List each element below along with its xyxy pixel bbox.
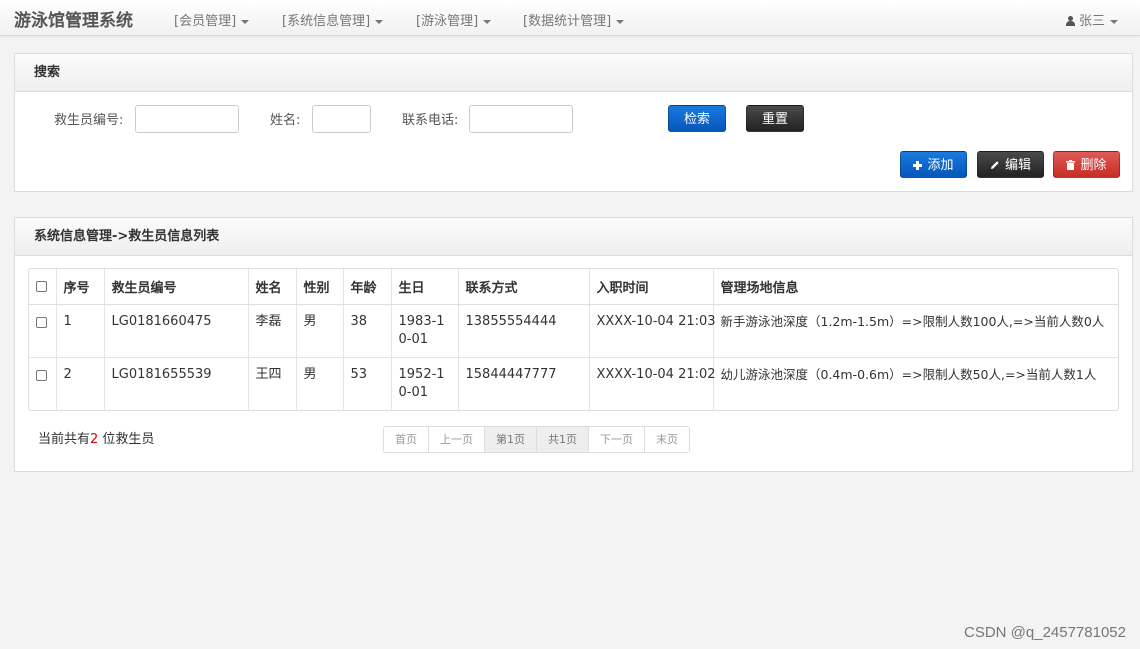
table-row[interactable]: 1 LG0181660475 李磊 男 38 1983-10-01 138555…: [29, 304, 1118, 358]
cell-index: 2: [56, 357, 105, 410]
pencil-icon: [990, 161, 999, 169]
table-row[interactable]: 2 LG0181655539 王四 男 53 1952-10-01 158444…: [29, 357, 1118, 410]
cell-venue: 幼儿游泳池深度（0.4m-0.6m）=>限制人数50人,=>当前人数1人: [720, 367, 1097, 382]
cell-venue: 新手游泳池深度（1.2m-1.5m）=>限制人数100人,=>当前人数0人: [713, 304, 1118, 358]
column-header: 序号: [56, 269, 105, 305]
cell-birthday: 1983-10-01: [391, 304, 459, 358]
lifeguard-code-label: 救生员编号:: [54, 113, 124, 128]
column-header: 性别: [296, 269, 344, 305]
add-button-label: 添加: [927, 158, 954, 173]
pagination: 首页 上一页 第1页 共1页 下一页 末页: [383, 426, 690, 453]
record-summary: 当前共有2 位救生员: [38, 428, 154, 447]
menu-label: [会员管理]: [174, 14, 237, 29]
summary-suffix: 位救生员: [98, 432, 155, 447]
select-all-cell: [29, 269, 57, 305]
caret-down-icon: [375, 19, 384, 24]
table-header-row: 序号 救生员编号 姓名 性别 年龄 生日 联系方式 入职时间 管理场地信息: [29, 269, 1118, 305]
caret-down-icon: [616, 19, 625, 24]
pager-prev[interactable]: 上一页: [429, 427, 485, 452]
name-label: 姓名:: [270, 113, 301, 128]
caret-down-icon: [241, 19, 250, 24]
pager-total: 共1页: [537, 427, 589, 452]
menu-label: [系统信息管理]: [282, 14, 371, 29]
add-button[interactable]: 添加: [900, 151, 967, 178]
caret-down-icon: [483, 19, 492, 24]
search-button[interactable]: 检索: [668, 105, 726, 132]
pager-next[interactable]: 下一页: [589, 427, 645, 452]
row-checkbox[interactable]: [36, 317, 47, 328]
cell-name: 李磊: [248, 304, 297, 358]
cell-code: LG0181655539: [104, 357, 249, 410]
lifeguard-table: 序号 救生员编号 姓名 性别 年龄 生日 联系方式 入职时间 管理场地信息 1 …: [28, 268, 1119, 411]
user-name: 张三: [1078, 14, 1105, 29]
edit-button[interactable]: 编辑: [977, 151, 1044, 178]
column-header: 入职时间: [589, 269, 714, 305]
column-header: 年龄: [343, 269, 392, 305]
column-header: 救生员编号: [104, 269, 249, 305]
top-navbar: 游泳馆管理系统 [会员管理] [系统信息管理] [游泳管理] [数据统计管理] …: [0, 0, 1140, 36]
plus-icon: [913, 161, 923, 170]
cell-name: 王四: [248, 357, 297, 410]
row-select-cell: [29, 304, 57, 358]
column-header: 管理场地信息: [713, 269, 1118, 305]
lifeguard-list-panel: 系统信息管理->救生员信息列表 序号 救生员编号 姓名 性别 年龄 生日 联系方…: [14, 217, 1133, 472]
pager-current: 第1页: [485, 427, 537, 452]
row-checkbox[interactable]: [36, 370, 47, 381]
cell-age: 38: [343, 304, 392, 358]
menu-member-management[interactable]: [会员管理]: [174, 10, 250, 29]
summary-prefix: 当前共有: [38, 432, 91, 447]
cell-code: LG0181660475: [104, 304, 249, 358]
column-header: 姓名: [248, 269, 297, 305]
watermark: CSDN @q_2457781052: [963, 624, 1126, 641]
list-panel-title: 系统信息管理->救生员信息列表: [15, 218, 1132, 256]
cell-age: 53: [343, 357, 392, 410]
cell-index: 1: [56, 304, 105, 358]
app-brand[interactable]: 游泳馆管理系统: [14, 6, 133, 31]
cell-birthday: 1952-10-01: [391, 357, 459, 410]
name-input[interactable]: [312, 105, 371, 133]
phone-input[interactable]: [469, 105, 573, 133]
cell-gender: 男: [296, 304, 344, 358]
cell-hire-time: XXXX-10-04 21:03: [589, 304, 716, 358]
edit-button-label: 编辑: [1004, 158, 1031, 173]
menu-system-info-management[interactable]: [系统信息管理]: [282, 10, 384, 29]
select-all-checkbox[interactable]: [36, 281, 47, 292]
delete-button-label: 删除: [1080, 158, 1107, 173]
search-panel: 搜索 救生员编号: 姓名: 联系电话: 检索 重置 添加 编辑 删除: [14, 53, 1133, 192]
pager-first[interactable]: 首页: [384, 427, 429, 452]
pager-last[interactable]: 末页: [645, 427, 689, 452]
caret-down-icon: [1110, 19, 1118, 24]
cell-phone: 15844447777: [458, 357, 590, 410]
menu-statistics-management[interactable]: [数据统计管理]: [523, 10, 625, 29]
menu-label: [数据统计管理]: [523, 14, 612, 29]
column-header: 联系方式: [458, 269, 590, 305]
search-panel-title: 搜索: [15, 54, 1132, 92]
column-header: 生日: [391, 269, 459, 305]
cell-gender: 男: [296, 357, 344, 410]
cell-phone: 13855554444: [458, 304, 590, 358]
trash-icon: [1066, 160, 1076, 170]
reset-button[interactable]: 重置: [746, 105, 804, 132]
lifeguard-code-input[interactable]: [135, 105, 239, 133]
delete-button[interactable]: 删除: [1053, 151, 1120, 178]
user-icon: [1065, 16, 1075, 26]
phone-label: 联系电话:: [402, 113, 459, 128]
menu-label: [游泳管理]: [416, 14, 479, 29]
row-select-cell: [29, 357, 57, 410]
user-menu[interactable]: 张三: [1065, 10, 1118, 29]
cell-hire-time: XXXX-10-04 21:02: [589, 357, 716, 410]
menu-swim-management[interactable]: [游泳管理]: [416, 10, 492, 29]
